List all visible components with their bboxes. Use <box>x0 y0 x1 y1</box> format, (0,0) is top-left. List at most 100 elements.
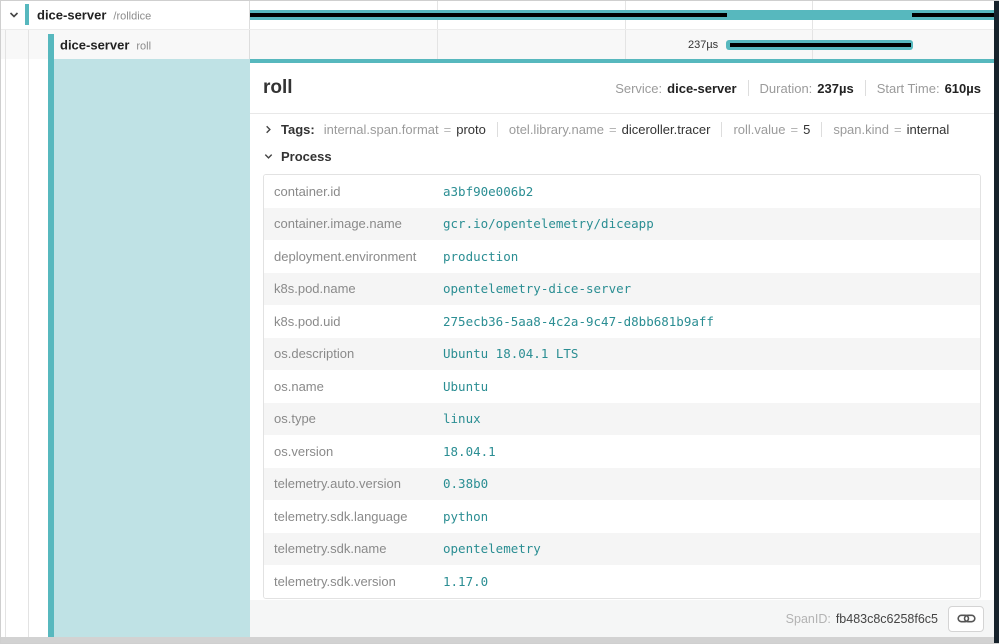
span-detail-header: roll Service:dice-serverDuration:237µsSt… <box>250 63 994 114</box>
process-accordian[interactable]: Process <box>263 145 981 168</box>
table-key: k8s.pod.uid <box>264 314 443 329</box>
process-label: Process <box>281 149 332 164</box>
spanid-value: fb483c8c6258f6c5 <box>836 612 938 626</box>
table-key: container.id <box>264 184 443 199</box>
table-value: 18.04.1 <box>443 444 496 459</box>
table-key: telemetry.sdk.language <box>264 509 443 524</box>
tags-accordian[interactable]: Tags: internal.span.format = proto otel.lib… <box>263 114 981 145</box>
tag-items: internal.span.format = proto otel.library.n… <box>324 122 950 137</box>
table-row: container.image.namegcr.io/opentelemetry… <box>264 208 980 241</box>
table-row: os.typelinux <box>264 403 980 436</box>
collapse-chevron-icon[interactable] <box>8 9 20 21</box>
table-row: telemetry.sdk.nameopentelemetry <box>264 533 980 566</box>
meta-label: Service: <box>615 81 662 96</box>
table-value: gcr.io/opentelemetry/diceapp <box>443 216 654 231</box>
span-meta: Service:dice-serverDuration:237µsStart T… <box>615 80 981 96</box>
meta-separator <box>865 80 866 96</box>
table-value: linux <box>443 411 481 426</box>
table-row: os.nameUbuntu <box>264 370 980 403</box>
tag-separator <box>821 122 822 137</box>
chevron-right-icon[interactable] <box>263 124 274 135</box>
table-value: 0.38b0 <box>443 476 488 491</box>
detail-left-rail <box>0 59 250 637</box>
table-key: k8s.pod.name <box>264 281 443 296</box>
span-title: roll <box>263 75 293 101</box>
tag-value: internal <box>907 122 950 137</box>
table-key: telemetry.sdk.name <box>264 541 443 556</box>
operation-name: roll <box>136 40 151 52</box>
span-detail-footer: SpanID: fb483c8c6258f6c5 <box>250 600 994 637</box>
tag-separator <box>721 122 722 137</box>
service-name: dice-server/rolldice <box>37 7 151 22</box>
meta-value: dice-server <box>667 81 736 96</box>
table-key: container.image.name <box>264 216 443 231</box>
table-row: k8s.pod.nameopentelemetry-dice-server <box>264 273 980 306</box>
deep-link-button[interactable] <box>948 606 984 632</box>
table-key: telemetry.auto.version <box>264 476 443 491</box>
indent-guide <box>28 59 29 637</box>
table-row: os.version18.04.1 <box>264 435 980 468</box>
timeline-row-root[interactable] <box>250 0 994 29</box>
span-name-column[interactable]: dice-serverroll <box>0 30 250 59</box>
table-row: telemetry.auto.version0.38b0 <box>264 468 980 501</box>
detail-rail-fill <box>54 59 250 637</box>
meta-separator <box>748 80 749 96</box>
table-row: os.descriptionUbuntu 18.04.1 LTS <box>264 338 980 371</box>
table-value: python <box>443 509 488 524</box>
bottom-edge-strip <box>0 637 999 644</box>
tag-value: diceroller.tracer <box>622 122 711 137</box>
indent-guide <box>28 30 29 59</box>
critical-path-segment <box>912 13 994 17</box>
timeline-gridline <box>625 30 626 59</box>
span-row-root[interactable]: dice-server/rolldice <box>0 0 994 30</box>
table-value: opentelemetry <box>443 541 541 556</box>
tag-equals: = <box>791 122 799 137</box>
tag-key: span.kind <box>833 122 889 137</box>
table-value: 275ecb36-5aa8-4c2a-9c47-d8bb681b9aff <box>443 314 714 329</box>
table-value: opentelemetry-dice-server <box>443 281 631 296</box>
meta-label: Start Time: <box>877 81 940 96</box>
operation-name: /rolldice <box>113 10 151 22</box>
tag-key: otel.library.name <box>509 122 604 137</box>
link-icon <box>957 612 976 625</box>
meta-value: 237µs <box>817 81 853 96</box>
meta-value: 610µs <box>945 81 981 96</box>
jaeger-trace-view: dice-server/rolldice dice-serverroll 237… <box>0 0 999 644</box>
right-edge-strip <box>994 0 999 644</box>
table-row: container.ida3bf90e006b2 <box>264 175 980 208</box>
span-name-column[interactable]: dice-server/rolldice <box>0 0 250 29</box>
table-row: deployment.environmentproduction <box>264 240 980 273</box>
indent-guide <box>5 59 6 637</box>
table-key: deployment.environment <box>264 249 443 264</box>
critical-path-segment <box>730 43 911 47</box>
table-key: telemetry.sdk.version <box>264 574 443 589</box>
process-key-value-table: container.ida3bf90e006b2container.image.… <box>263 174 981 599</box>
span-detail-panel: roll Service:dice-serverDuration:237µsSt… <box>250 59 994 637</box>
span-row-child[interactable]: dice-serverroll 237µs <box>0 30 994 59</box>
tag-value: proto <box>456 122 486 137</box>
tag-key: roll.value <box>733 122 785 137</box>
table-value: 1.17.0 <box>443 574 488 589</box>
tag-equals: = <box>894 122 902 137</box>
table-value: Ubuntu 18.04.1 LTS <box>443 346 578 361</box>
table-row: telemetry.sdk.version1.17.0 <box>264 565 980 598</box>
timeline-gridline <box>437 30 438 59</box>
tag-equals: = <box>609 122 617 137</box>
tags-label: Tags: <box>281 122 315 137</box>
tag-separator <box>497 122 498 137</box>
timeline-row-child[interactable]: 237µs <box>250 30 994 59</box>
table-value: a3bf90e006b2 <box>443 184 533 199</box>
tag-key: internal.span.format <box>324 122 439 137</box>
service-name: dice-serverroll <box>60 37 151 52</box>
critical-path-segment <box>250 13 727 17</box>
chevron-down-icon[interactable] <box>263 151 274 162</box>
table-row: k8s.pod.uid275ecb36-5aa8-4c2a-9c47-d8bb6… <box>264 305 980 338</box>
indent-guide <box>5 30 6 59</box>
service-color-bar <box>25 4 29 25</box>
table-key: os.type <box>264 411 443 426</box>
table-key: os.description <box>264 346 443 361</box>
tag-equals: = <box>444 122 452 137</box>
spanid-label: SpanID: <box>786 612 831 626</box>
span-duration-label: 237µs <box>688 39 718 51</box>
table-value: production <box>443 249 518 264</box>
